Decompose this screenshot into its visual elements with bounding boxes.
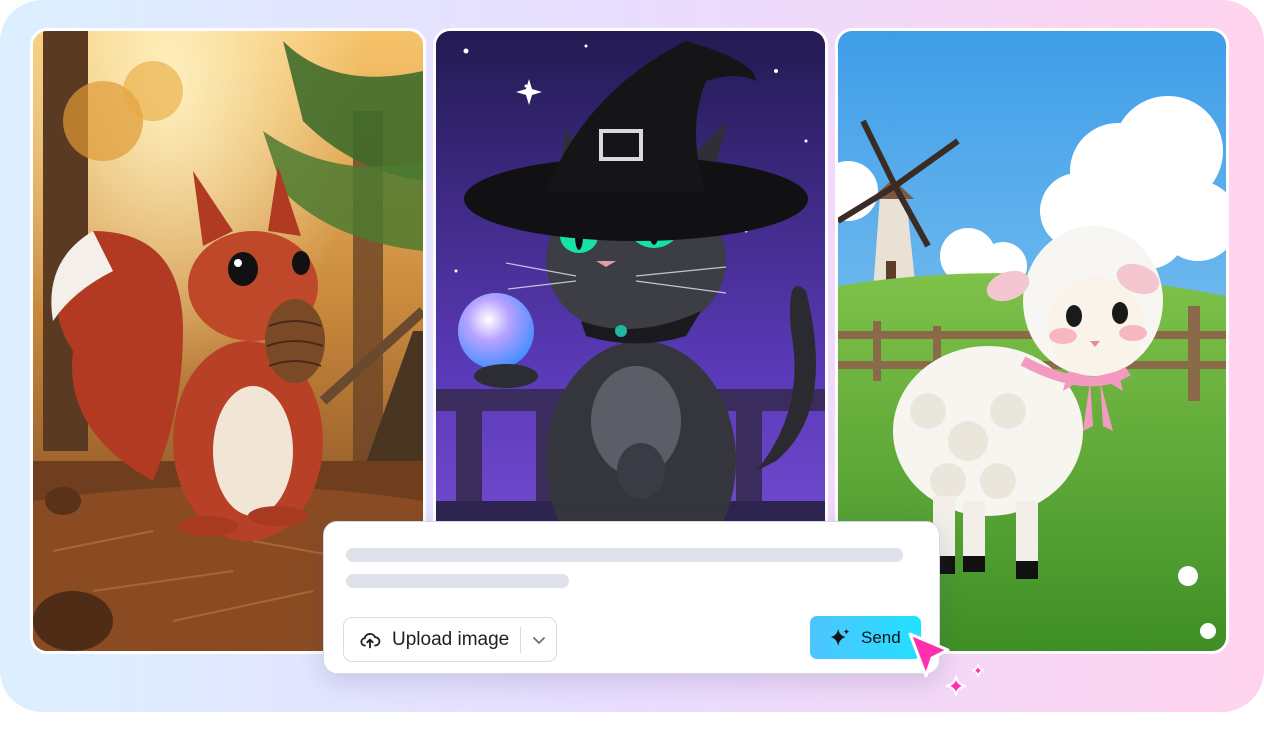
background-frame: Upload image Send bbox=[0, 0, 1264, 712]
prompt-text-placeholder-line bbox=[346, 574, 569, 588]
upload-image-button[interactable]: Upload image bbox=[343, 617, 557, 662]
prompt-text-placeholder-line bbox=[346, 548, 903, 562]
divider bbox=[520, 626, 522, 653]
upload-image-label: Upload image bbox=[392, 628, 510, 650]
prompt-panel[interactable]: Upload image Send bbox=[323, 521, 940, 674]
mouse-pointer-icon bbox=[908, 632, 985, 697]
sparkle-icon bbox=[830, 628, 850, 646]
chevron-down-icon[interactable] bbox=[531, 632, 547, 648]
cloud-upload-icon bbox=[360, 632, 381, 648]
send-label: Send bbox=[861, 627, 901, 647]
